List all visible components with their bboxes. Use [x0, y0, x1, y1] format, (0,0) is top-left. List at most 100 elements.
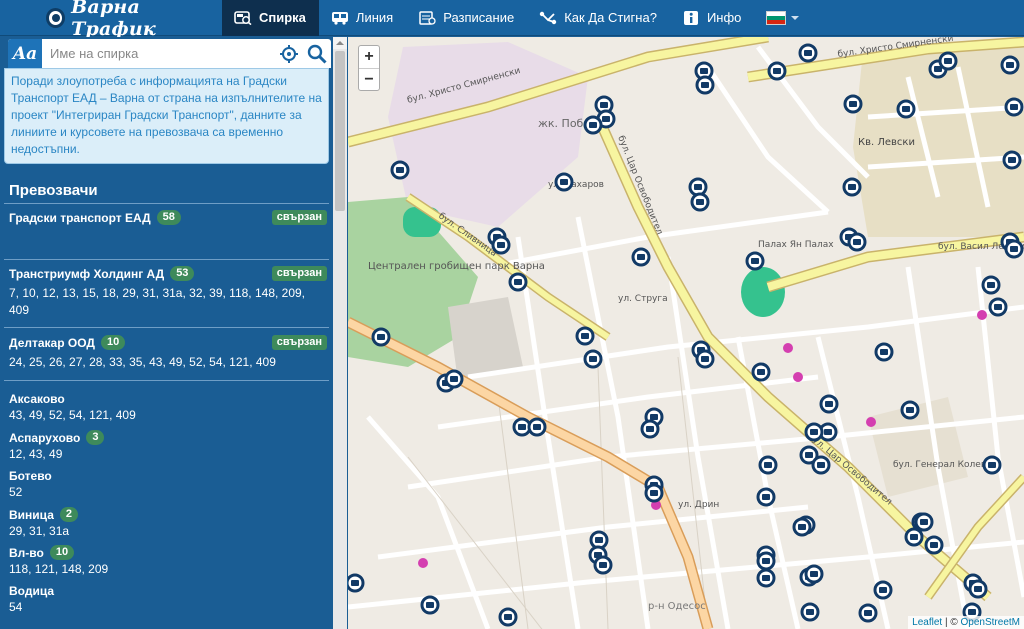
search-button[interactable] — [303, 39, 331, 68]
bus-stop-marker[interactable] — [798, 43, 818, 63]
bus-stop-marker[interactable] — [968, 579, 988, 599]
divider — [4, 327, 329, 328]
town-item[interactable]: Аспарухово 3 12, 43, 49 — [9, 430, 327, 461]
town-count-badge: 2 — [59, 507, 78, 522]
carrier-item[interactable]: Транстриумф Холдинг АД 53 свързан 7, 10, … — [9, 266, 327, 319]
bus-stop-marker[interactable] — [695, 75, 715, 95]
bus-stop-marker[interactable] — [843, 94, 863, 114]
bus-stop-marker[interactable] — [640, 419, 660, 439]
bus-stop-marker[interactable] — [631, 247, 651, 267]
bus-stop-marker[interactable] — [745, 251, 765, 271]
bus-stop-marker[interactable] — [792, 517, 812, 537]
bus-stop-marker[interactable] — [842, 177, 862, 197]
notice-box: Поради злоупотреба с информацията на Гра… — [4, 68, 329, 164]
bus-stop-marker[interactable] — [371, 327, 391, 347]
town-item[interactable]: Вл-во 10 118, 121, 148, 209 — [9, 545, 327, 576]
carrier-lines: 7, 10, 12, 13, 15, 18, 29, 31, 31а, 32, … — [9, 286, 306, 317]
map-label-drin: ул. Дрин — [678, 500, 719, 510]
language-dropdown[interactable] — [754, 0, 812, 36]
bus-stop-marker[interactable] — [575, 326, 595, 346]
town-lines: 118, 121, 148, 209 — [9, 562, 109, 576]
nav-tab-schedule[interactable]: Разписание — [406, 0, 527, 36]
town-count-badge: 10 — [49, 545, 75, 560]
bus-stop-marker[interactable] — [914, 512, 934, 532]
schedule-icon — [419, 10, 436, 25]
bus-stop-marker[interactable] — [688, 177, 708, 197]
bus-stop-marker[interactable] — [444, 369, 464, 389]
bus-stop-marker[interactable] — [1002, 150, 1022, 170]
brand[interactable]: Варна Трафик — [0, 0, 222, 40]
sidebar-scrollbar[interactable] — [333, 37, 347, 629]
bus-stop-marker[interactable] — [1004, 97, 1024, 117]
town-item[interactable]: Виница 2 29, 31, 31а — [9, 507, 327, 538]
map-label-odesos: р-н Одесос — [648, 601, 706, 612]
stop-search-input[interactable] — [42, 39, 275, 68]
bus-stop-marker[interactable] — [924, 535, 944, 555]
bus-stop-marker[interactable] — [508, 272, 528, 292]
bus-stop-marker[interactable] — [390, 160, 410, 180]
bus-stop-marker[interactable] — [756, 551, 776, 571]
osm-link[interactable]: OpenStreetM — [961, 617, 1020, 628]
bus-stop-marker[interactable] — [527, 417, 547, 437]
bus-stop-marker[interactable] — [938, 51, 958, 71]
bus-stop-marker[interactable] — [498, 607, 518, 627]
carrier-count-badge: 53 — [170, 266, 195, 281]
bus-stop-marker[interactable] — [988, 297, 1008, 317]
bus-stop-marker[interactable] — [420, 595, 440, 615]
bus-stop-marker[interactable] — [756, 568, 776, 588]
map-tiles: жк. Победа Кв. Левски Централен гробищен… — [348, 37, 1024, 629]
map[interactable]: жк. Победа Кв. Левски Централен гробищен… — [348, 37, 1024, 629]
bus-stop-marker[interactable] — [904, 527, 924, 547]
bus-stop-marker[interactable] — [847, 232, 867, 252]
bus-stop-marker[interactable] — [348, 573, 365, 593]
bus-stop-marker[interactable] — [982, 455, 1002, 475]
status-badge: свързан — [271, 335, 327, 350]
zoom-out-button[interactable]: − — [359, 68, 379, 90]
town-name: Вл-во — [9, 545, 44, 560]
town-item[interactable]: Водица 54 — [9, 584, 327, 614]
bus-stop-marker[interactable] — [873, 580, 893, 600]
leaflet-link[interactable]: Leaflet — [912, 617, 942, 628]
bus-stop-marker[interactable] — [1004, 239, 1024, 259]
town-item[interactable]: Аксаково 43, 49, 52, 54, 121, 409 — [9, 392, 327, 422]
bus-stop-marker[interactable] — [819, 394, 839, 414]
bus-stop-marker[interactable] — [758, 455, 778, 475]
bus-stop-marker[interactable] — [644, 483, 664, 503]
locate-button[interactable] — [275, 39, 303, 68]
bus-stop-marker[interactable] — [756, 487, 776, 507]
bus-stop-marker[interactable] — [811, 455, 831, 475]
bus-stop-marker[interactable] — [896, 99, 916, 119]
text-search-toggle[interactable]: Aa — [8, 39, 42, 68]
zoom-in-button[interactable]: + — [359, 46, 379, 68]
bus-stop-marker[interactable] — [800, 602, 820, 622]
bus-stop-marker[interactable] — [583, 349, 603, 369]
town-item[interactable]: Ботево 52 — [9, 469, 327, 499]
nav-tab-stop[interactable]: Спирка — [222, 0, 319, 36]
bus-stop-marker[interactable] — [751, 362, 771, 382]
scroll-thumb[interactable] — [335, 51, 345, 211]
carrier-item[interactable]: Градски транспорт ЕАД 58 свързан — [9, 210, 327, 229]
bus-stop-marker[interactable] — [858, 603, 878, 623]
bus-stop-marker[interactable] — [767, 61, 787, 81]
bus-stop-marker[interactable] — [981, 275, 1001, 295]
town-name: Водица — [9, 584, 55, 598]
bus-stop-marker[interactable] — [491, 235, 511, 255]
bus-stop-marker[interactable] — [900, 400, 920, 420]
bus-stop-marker[interactable] — [804, 564, 824, 584]
scroll-up-button[interactable] — [333, 37, 347, 49]
bus-stop-marker[interactable] — [583, 115, 603, 135]
nav-tab-route-label: Как Да Стигна? — [564, 10, 657, 25]
nav-tab-route[interactable]: Как Да Стигна? — [527, 0, 670, 36]
nav-tab-info[interactable]: Инфо — [670, 0, 754, 36]
town-name: Аксаково — [9, 392, 65, 406]
bus-stop-marker[interactable] — [804, 422, 824, 442]
bus-stop-marker[interactable] — [593, 555, 613, 575]
nav-tab-line[interactable]: Линия — [319, 0, 406, 36]
bus-stop-marker[interactable] — [690, 192, 710, 212]
bus-stop-marker[interactable] — [695, 349, 715, 369]
carrier-item[interactable]: Делтакар ООД 10 свързан 24, 25, 26, 27, 2… — [9, 335, 327, 371]
bus-stop-marker[interactable] — [874, 342, 894, 362]
bus-stop-marker[interactable] — [554, 172, 574, 192]
bus-stop-marker[interactable] — [1000, 55, 1020, 75]
divider — [4, 203, 329, 204]
